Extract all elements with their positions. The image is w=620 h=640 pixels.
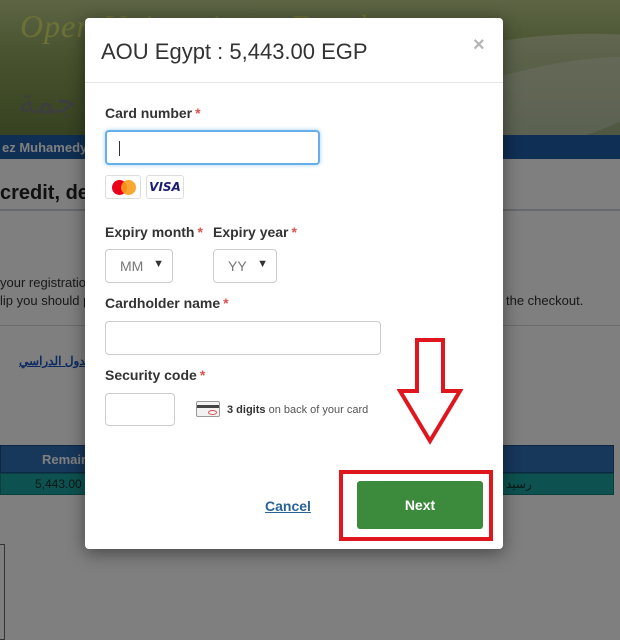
expiry-year-value: YY (228, 258, 247, 274)
security-code-hint-bold: 3 digits (227, 404, 266, 416)
modal-header-divider (85, 82, 503, 83)
cancel-button[interactable]: Cancel (265, 498, 311, 514)
text-caret (119, 141, 120, 156)
security-code-input[interactable] (105, 393, 175, 426)
cardholder-name-input[interactable] (105, 321, 381, 355)
required-marker: * (223, 295, 229, 311)
expiry-month-label-text: Expiry month (105, 224, 195, 240)
card-number-input[interactable] (105, 130, 320, 165)
required-marker: * (291, 224, 297, 240)
card-number-label: Card number * (105, 105, 201, 121)
required-marker: * (195, 105, 201, 121)
chevron-down-icon: ▼ (257, 258, 268, 270)
highlight-box-annotation (339, 470, 493, 541)
modal-title: AOU Egypt : 5,443.00 EGP (101, 39, 368, 64)
chevron-down-icon: ▼ (153, 258, 164, 270)
mastercard-icon (105, 175, 141, 199)
cardholder-name-label: Cardholder name * (105, 295, 229, 311)
security-code-label-text: Security code (105, 367, 197, 383)
cvv-card-icon (196, 401, 220, 417)
security-code-hint-rest: on back of your card (268, 404, 369, 416)
visa-icon: VISA (146, 175, 184, 199)
required-marker: * (197, 224, 203, 240)
required-marker: * (199, 367, 206, 383)
expiry-year-label-text: Expiry year (213, 224, 289, 240)
expiry-month-value: MM (120, 258, 144, 274)
expiry-month-select[interactable]: MM ▼ (105, 249, 173, 283)
card-brand-logos: VISA (105, 175, 184, 199)
expiry-year-label: Expiry year * (213, 224, 297, 240)
arrow-down-annotation (397, 338, 463, 445)
security-code-label: Security code * (105, 367, 205, 383)
card-number-label-text: Card number (105, 105, 193, 121)
expiry-month-label: Expiry month * (105, 224, 203, 240)
cardholder-name-label-text: Cardholder name (105, 295, 221, 311)
close-icon[interactable]: × (473, 34, 485, 57)
expiry-year-select[interactable]: YY ▼ (213, 249, 277, 283)
security-code-hint: 3 digits on back of your card (227, 404, 368, 416)
